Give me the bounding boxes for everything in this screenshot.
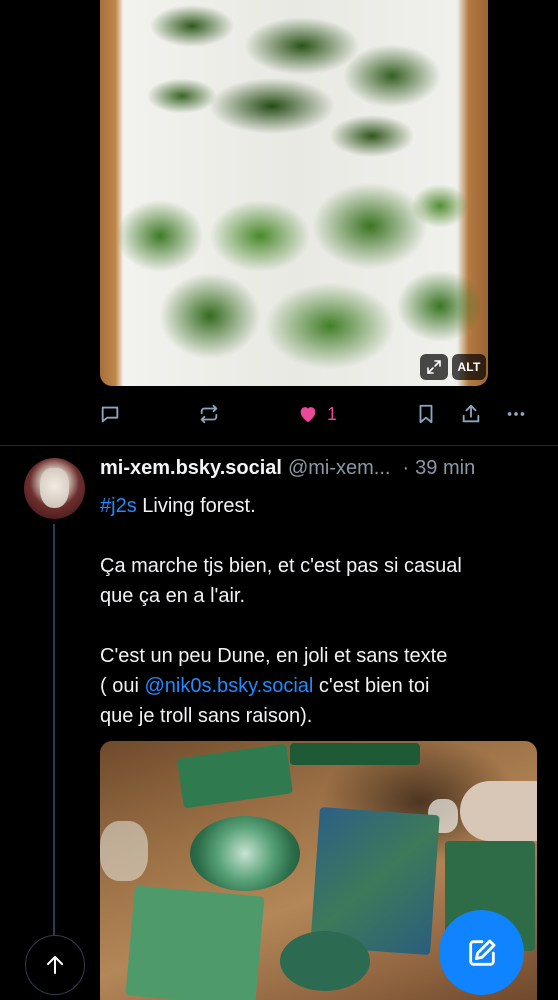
author-display-name[interactable]: mi-xem.bsky.social — [100, 457, 282, 480]
avatar-statue-face — [40, 468, 69, 508]
post-divider — [0, 445, 558, 446]
share-icon[interactable] — [460, 402, 482, 426]
post-text-line-5: ( oui @nik0s.bsky.social c'est bien toi — [100, 671, 540, 701]
post-meta: mi-xem.bsky.social @mi-xem... · 39 min — [100, 457, 540, 489]
game-track — [290, 743, 420, 765]
player-arm — [460, 781, 537, 841]
repost-icon[interactable] — [198, 402, 220, 426]
post-text-fragment: ( oui — [100, 675, 145, 697]
post-text-fragment: Living forest. — [136, 495, 256, 517]
compose-icon — [468, 939, 495, 966]
post-text-line-6: que je troll sans raison). — [100, 705, 313, 727]
game-tile — [177, 743, 293, 809]
image-dill-area — [122, 0, 452, 166]
arrow-up-icon — [47, 956, 63, 974]
alt-text-button[interactable]: ALT — [452, 354, 486, 380]
thread-line — [53, 524, 55, 944]
glass — [100, 821, 148, 881]
post-text-line-4: C'est un peu Dune, en joli et sans texte — [100, 645, 448, 667]
game-tokens — [280, 931, 370, 991]
more-icon[interactable] — [505, 402, 527, 426]
post-action-bar: 1 — [0, 398, 558, 430]
post-text-fragment: c'est bien toi — [313, 675, 430, 697]
mention-link[interactable]: @nik0s.bsky.social — [144, 675, 313, 697]
post-image-herbs[interactable]: ALT — [100, 0, 488, 386]
scroll-to-top-button[interactable] — [25, 935, 85, 995]
post-text-line-1: #j2s Living forest. — [100, 491, 540, 521]
post-text-line-2: Ça marche tjs bien, et c'est pas si casu… — [100, 555, 462, 577]
avatar[interactable] — [24, 458, 85, 519]
meta-separator: · — [402, 457, 410, 479]
post-body: #j2s Living forest. Ça marche tjs bien, … — [100, 491, 540, 731]
like-button[interactable]: 1 — [297, 402, 337, 426]
hashtag-link[interactable]: #j2s — [100, 495, 137, 517]
game-circle-board — [190, 816, 300, 891]
post-timestamp[interactable]: 39 min — [415, 457, 475, 480]
post-text-line-3: que ça en a l'air. — [100, 585, 246, 607]
expand-icon[interactable] — [420, 354, 448, 380]
reply-icon[interactable] — [99, 402, 121, 426]
like-count: 1 — [327, 403, 338, 424]
compose-button[interactable] — [439, 910, 524, 995]
player-board — [125, 885, 265, 1000]
heart-filled-icon — [300, 407, 316, 423]
author-handle[interactable]: @mi-xem... — [288, 457, 391, 480]
bookmark-icon[interactable] — [415, 402, 437, 426]
